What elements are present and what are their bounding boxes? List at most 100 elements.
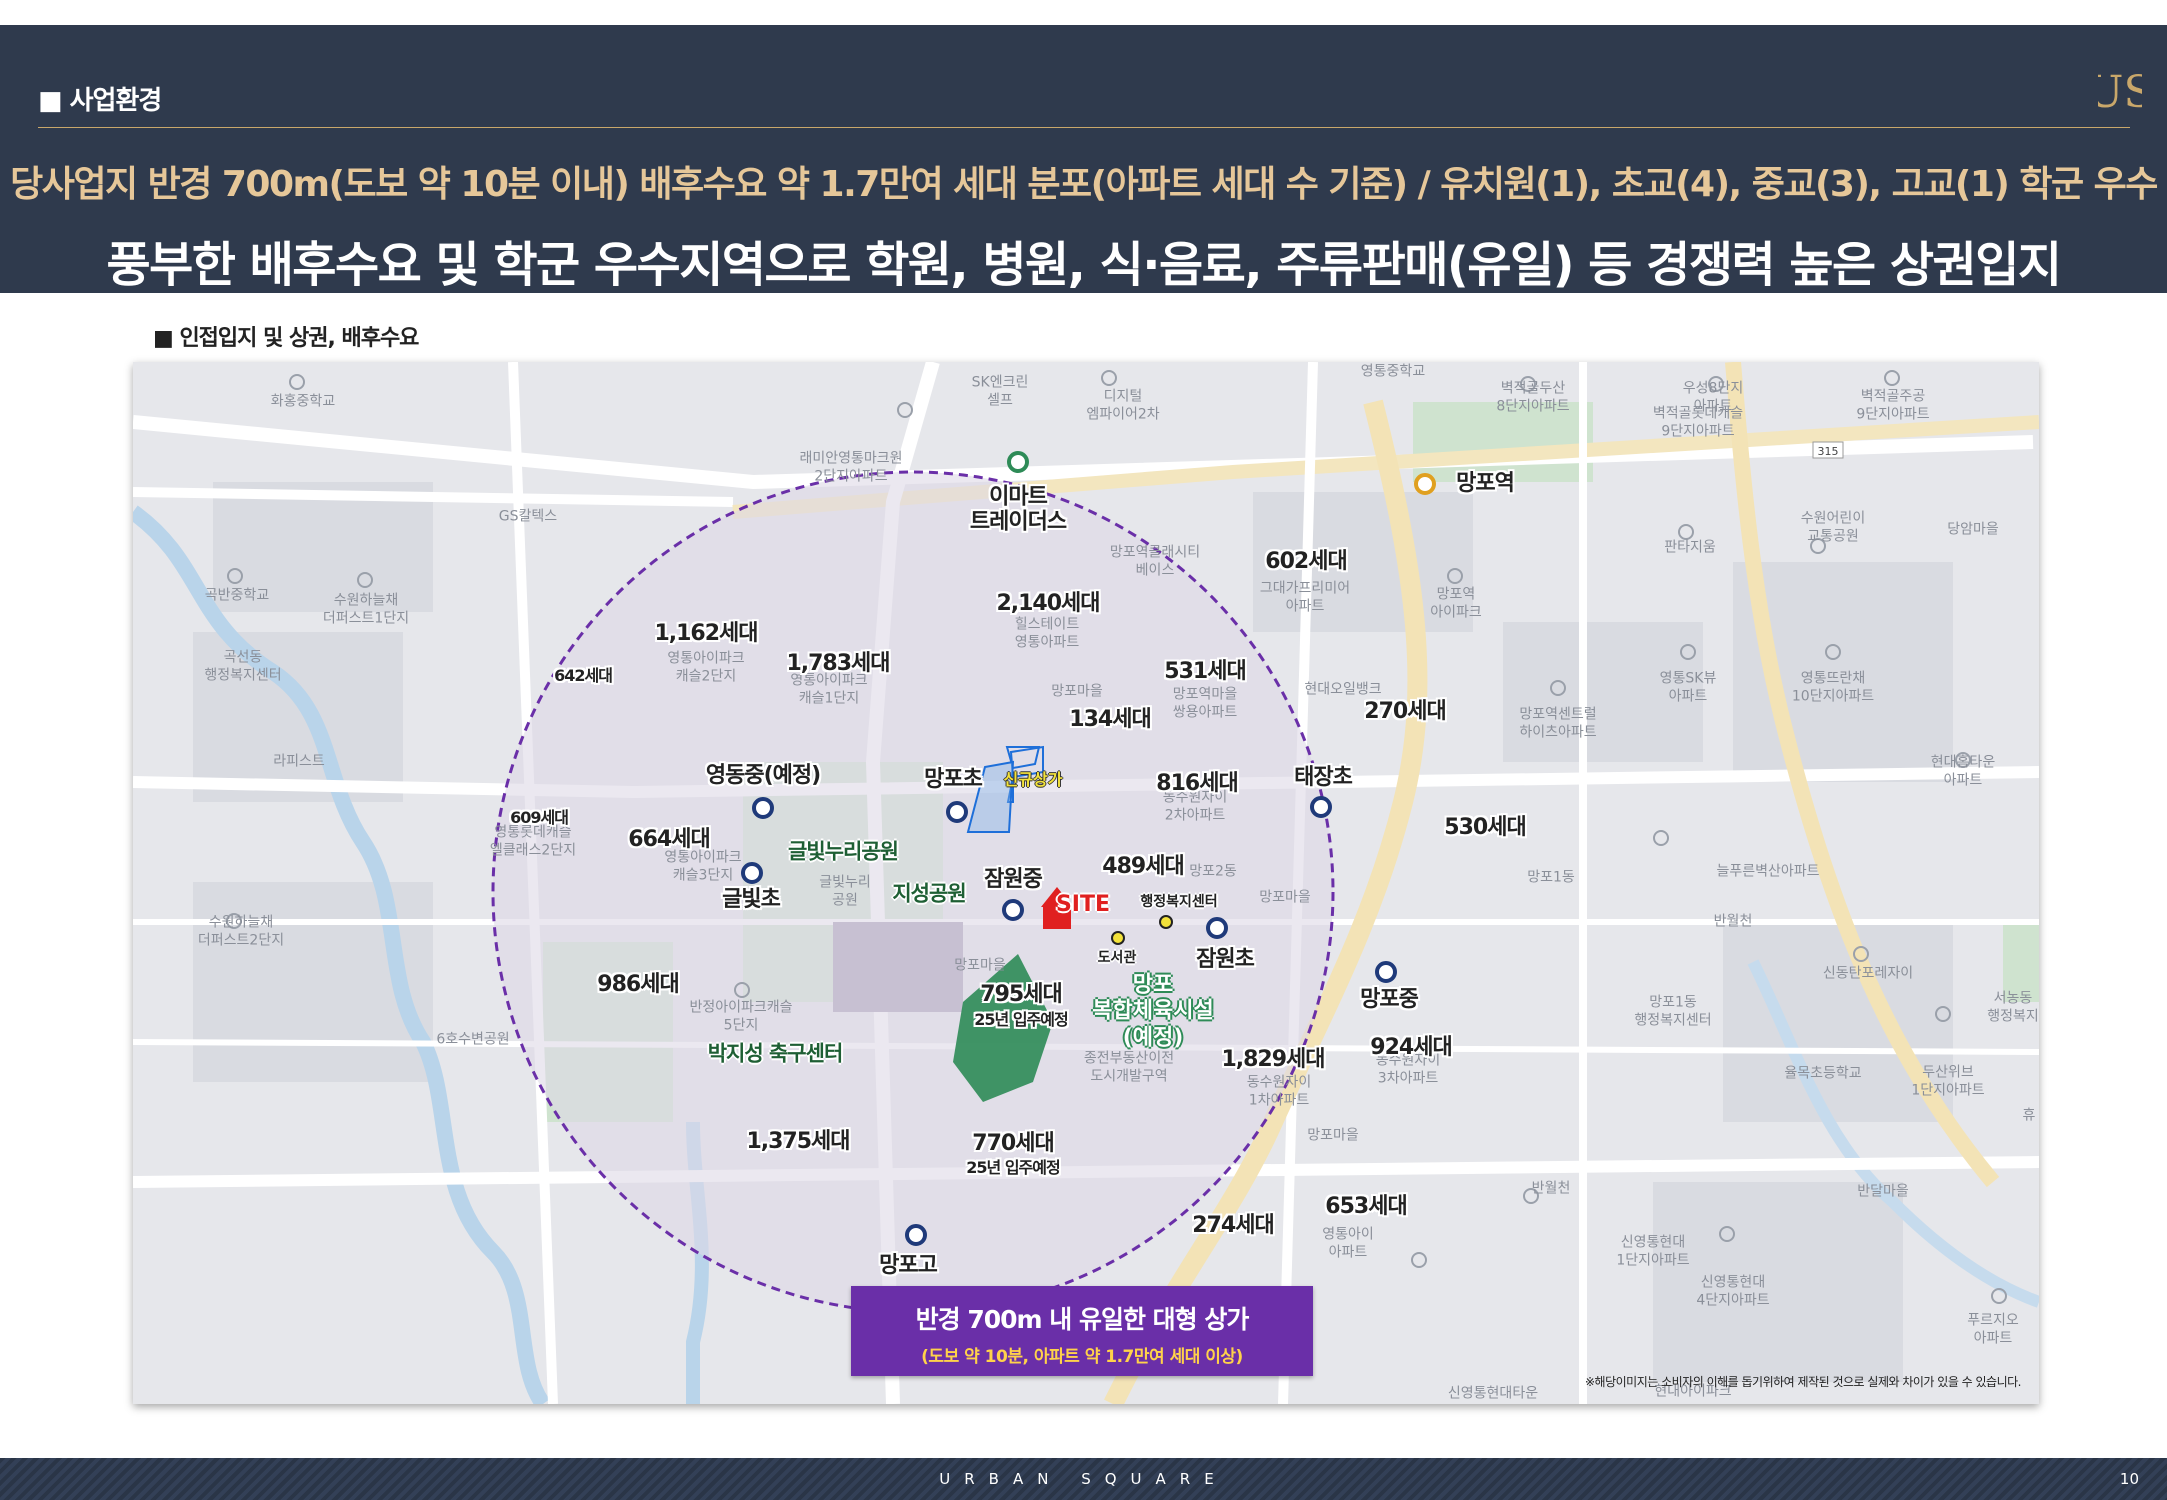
map-label: 늘푸른벽산아파트 — [1716, 863, 1820, 880]
page-number: 10 — [2119, 1470, 2139, 1488]
map-label: 벽적골주공 9단지아파트 — [1856, 388, 1930, 423]
welfare-center-label: 행정복지센터 — [1140, 894, 1218, 910]
map-label: 망포마을 — [1051, 683, 1103, 700]
library-label: 도서관 — [1097, 950, 1137, 966]
map-label: 신영통현대 4단지아파트 — [1696, 1274, 1770, 1309]
school-label-mangpo-high: 망포고 — [879, 1253, 938, 1278]
map-label: 영통롯데캐슬 엘클래스2단지 — [489, 824, 577, 859]
map-label: 반월천 — [1531, 1180, 1571, 1197]
map-label: 신동탄포레자이 — [1822, 965, 1914, 982]
callout-title: 반경 700m 내 유일한 대형 상가 — [915, 1305, 1250, 1334]
map-label: 당암마을 — [1947, 521, 1999, 538]
radius-callout: 반경 700m 내 유일한 대형 상가 (도보 약 10분, 아파트 약 1.7… — [851, 1286, 1313, 1376]
map-label: 망포역센트럴 하이츠아파트 — [1519, 706, 1597, 741]
map-label: 망포역클래시티 베이스 — [1109, 544, 1201, 579]
map-label: 수원어린이 교통공원 — [1800, 510, 1866, 545]
school-label-yeongdong-middle: 영동중(예정) — [705, 763, 821, 788]
map-label: 라피스트 — [273, 753, 325, 770]
map-label: 신영통현대타운 — [1447, 1385, 1539, 1402]
map-label: 푸르지오 아파트 — [1967, 1312, 2019, 1347]
map-label: 반월천 — [1713, 913, 1753, 930]
household-count: 816세대 — [1156, 771, 1238, 796]
map-label: 두산위브 1단지아파트 — [1911, 1064, 1985, 1099]
map-base: 315 — [133, 362, 2039, 1404]
map-label: 수원하늘채 더퍼스트1단지 — [322, 592, 410, 627]
map-label: 반달마을 — [1857, 1183, 1909, 1200]
headline-main: 풍부한 배후수요 및 학군 우수지역으로 학원, 병원, 식·음료, 주류판매(… — [106, 237, 2062, 293]
map-label: 힐스테이트 영통아파트 — [1014, 616, 1080, 651]
household-count: 134세대 — [1069, 707, 1151, 732]
household-count: 1,162세대 — [654, 621, 758, 646]
map-label: 벽적골두산 8단지아파트 — [1496, 380, 1570, 415]
map-label: 종전부동산이전 도시개발구역 — [1083, 1050, 1175, 1085]
map-section-title: ■ 인접입지 및 상권, 배후수요 — [153, 326, 419, 351]
map-label: 영통아이파크 캐슬3단지 — [664, 849, 742, 884]
mart-marker — [1007, 451, 1029, 473]
headline-summary: 당사업지 반경 700m(도보 약 10분 이내) 배후수요 약 1.7만여 세… — [10, 164, 2158, 205]
park-label: 글빛누리공원 — [788, 839, 899, 864]
map-label: 곡반중학교 — [204, 587, 270, 604]
map-label: GS칼텍스 — [498, 508, 558, 525]
map-label: 래미안영통마크원 2단지아파트 — [799, 450, 903, 485]
map-label: 영통아이 아파트 — [1322, 1226, 1374, 1261]
map-label: 영통뜨란채 10단지아파트 — [1791, 670, 1875, 705]
map-label: 수원하늘채 더퍼스트2단지 — [197, 914, 285, 949]
map-label: 망포1동 — [1527, 869, 1575, 886]
household-count: 489세대 — [1102, 854, 1184, 879]
household-count: 609세대 — [510, 808, 569, 827]
brand-logo-text: US — [2098, 67, 2142, 118]
map-label: 디지털 엠파이어2차 — [1086, 388, 1160, 423]
map-label: 곡선동 행정복지센터 — [204, 649, 282, 684]
footer-brand: URBAN SQUARE — [939, 1470, 1228, 1488]
household-count: 986세대 — [597, 972, 679, 997]
sports-facility-label: 망포 복합체육시설 (예정) — [1092, 972, 1214, 1051]
map-label: 화홍중학교 — [270, 393, 336, 410]
map-label: 반정아이파크캐슬 5단지 — [689, 999, 793, 1034]
map-label: 판타지움 — [1664, 539, 1716, 556]
map-label: SK엔크린 셀프 — [971, 374, 1029, 409]
map-label: 현대오일뱅크 — [1304, 681, 1382, 698]
map-label: 서농동 행정복지 — [1987, 990, 2039, 1025]
school-label-mangpo-elementary: 망포초 — [924, 767, 983, 792]
map-label: 휴 — [2022, 1107, 2036, 1124]
park-label: 박지성 축구센터 — [707, 1041, 844, 1066]
footer-band: URBAN SQUARE 10 — [0, 1458, 2167, 1500]
park-label: 지성공원 — [892, 881, 966, 906]
header-divider — [38, 127, 2130, 128]
school-label-jamwon-middle: 잠원중 — [984, 867, 1043, 892]
household-count: 2,140세대 — [996, 591, 1100, 616]
household-count: 795세대 — [980, 982, 1062, 1007]
school-label-taejang-elementary: 태장초 — [1294, 765, 1353, 790]
household-count: 530세대 — [1444, 815, 1526, 840]
station-label: 망포역 — [1456, 471, 1515, 496]
household-count: 1,829세대 — [1221, 1047, 1325, 1072]
school-label-jamwon-elementary: 잠원초 — [1196, 947, 1255, 972]
household-count: 270세대 — [1364, 699, 1446, 724]
disclaimer-note: ※해당이미지는 소비자의 이해를 돕기위하여 제작된 것으로 실제와 차이가 있… — [1585, 1375, 2022, 1389]
school-label-mangpo-middle: 망포중 — [1360, 987, 1419, 1012]
map-label: 율목초등학교 — [1784, 1065, 1862, 1082]
site-label: SITE — [1055, 892, 1111, 917]
callout-subtitle: (도보 약 10분, 아파트 약 1.7만여 세대 이상) — [921, 1347, 1243, 1367]
household-count: 924세대 — [1370, 1035, 1452, 1060]
household-count: 642세대 — [554, 666, 613, 685]
school-label-geulbit-elementary: 글빛초 — [722, 887, 781, 912]
household-count: 664세대 — [628, 827, 710, 852]
map-label: 망포2동 — [1189, 863, 1237, 880]
map-label: 동수원자이 1차아파트 — [1246, 1074, 1312, 1109]
map-label: 망포1동 행정복지센터 — [1634, 994, 1712, 1029]
household-count: 602세대 — [1265, 549, 1347, 574]
map-label: 망포마을 — [1307, 1127, 1359, 1144]
map-label: 망포역마을 쌍용아파트 — [1172, 686, 1238, 721]
map-label: 신영통현대 1단지아파트 — [1616, 1234, 1690, 1269]
map-label: 6호수변공원 — [436, 1031, 510, 1048]
location-map[interactable]: 315 SK엔크린 셀프 디지털 엠파이어2차 화홍중학교 래미안영통마크원 2… — [133, 362, 2039, 1404]
library-marker — [1111, 931, 1125, 945]
map-label: 영통SK뷰 아파트 — [1659, 670, 1717, 705]
section-title: ■ 사업환경 — [38, 86, 162, 116]
household-count: 274세대 — [1192, 1213, 1274, 1238]
welfare-marker — [1159, 915, 1173, 929]
household-count: 1,783세대 — [786, 651, 890, 676]
household-count: 25년 입주예정 — [974, 1010, 1068, 1029]
map-label: 현대홈타운 아파트 — [1930, 754, 1996, 789]
